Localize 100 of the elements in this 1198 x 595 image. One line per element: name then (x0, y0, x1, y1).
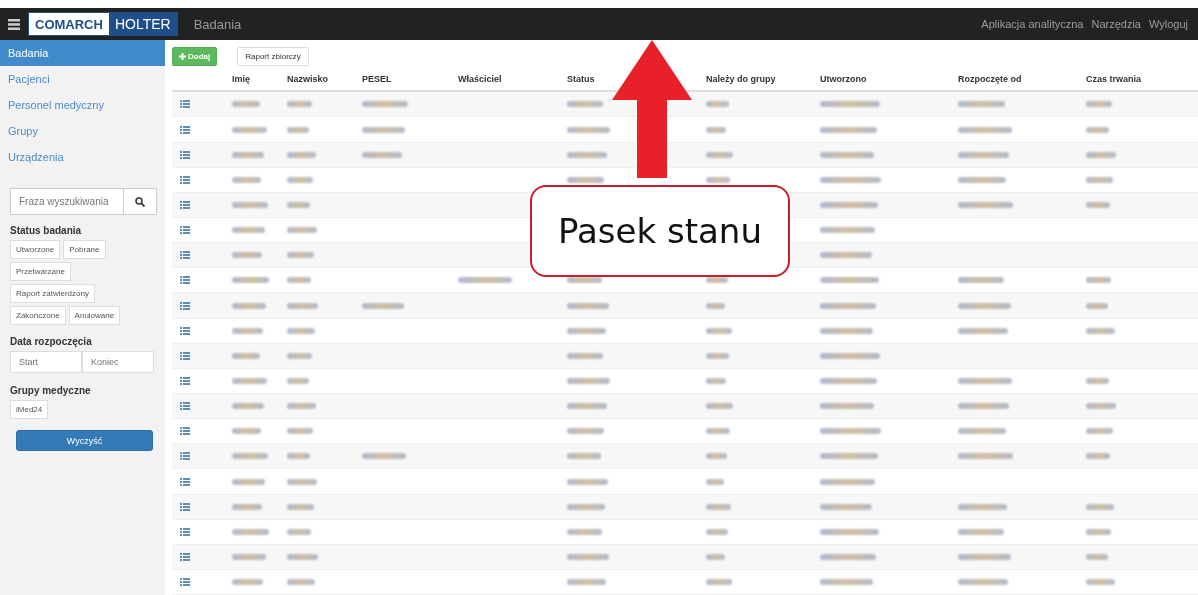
list-icon[interactable] (180, 426, 190, 437)
blurred-text (958, 553, 1011, 560)
list-icon[interactable] (180, 149, 190, 160)
status-filter-button[interactable]: Zakończone (10, 306, 66, 325)
section-title: Data rozpoczęcia (10, 336, 93, 347)
sidebar-item[interactable]: Badania (0, 40, 165, 66)
blurred-text (958, 377, 1012, 384)
blurred-text (232, 503, 262, 510)
blurred-text (1086, 101, 1112, 108)
list-icon[interactable] (180, 526, 190, 537)
list-icon[interactable] (180, 577, 190, 588)
menu-icon[interactable] (8, 18, 20, 30)
column-header[interactable]: PESEL (354, 73, 392, 84)
list-icon[interactable] (180, 501, 190, 512)
blurred-text (287, 227, 317, 234)
blurred-text (567, 553, 609, 560)
end-date-field[interactable]: Koniec (82, 351, 154, 373)
nav-link[interactable]: Narzędzia (1091, 18, 1141, 30)
blurred-text (958, 151, 1009, 158)
blurred-text (362, 453, 406, 460)
blurred-text (958, 428, 1006, 435)
list-icon[interactable] (180, 551, 190, 562)
report-button[interactable]: Raport zbiorczy (237, 46, 309, 66)
status-filter-button[interactable]: Raport zatwierdzony (10, 284, 95, 303)
blurred-text (958, 201, 1013, 208)
blurred-text (958, 126, 1012, 133)
blurred-text (820, 101, 880, 108)
list-icon[interactable] (180, 375, 190, 386)
blurred-text (820, 151, 874, 158)
blurred-text (958, 403, 1009, 410)
blurred-text (706, 428, 730, 435)
blurred-text (820, 352, 880, 359)
status-filter-button[interactable]: Anulowane (68, 306, 121, 325)
column-header[interactable]: Imię (224, 73, 250, 84)
blurred-text (232, 327, 263, 334)
status-filter-button[interactable]: Pobrane (63, 240, 106, 259)
blurred-text (232, 126, 267, 133)
column-header[interactable]: Rozpoczęte od (950, 73, 1022, 84)
blurred-text (820, 528, 879, 535)
blurred-text (232, 453, 268, 460)
search-field[interactable]: Fraza wyszukiwania (10, 188, 123, 215)
blurred-text (706, 503, 731, 510)
blurred-text (287, 528, 311, 535)
list-icon[interactable] (180, 174, 190, 185)
status-filter-button[interactable]: Utworzone (10, 240, 61, 259)
list-icon[interactable] (180, 199, 190, 210)
start-date-field[interactable]: Start (10, 351, 82, 373)
list-icon[interactable] (180, 124, 190, 135)
list-icon[interactable] (180, 451, 190, 462)
blurred-text (287, 201, 310, 208)
blurred-text (232, 151, 264, 158)
blurred-text (706, 528, 728, 535)
blurred-text (287, 151, 316, 158)
list-icon[interactable] (180, 325, 190, 336)
nav-link[interactable]: Wyloguj (1148, 18, 1188, 30)
list-icon[interactable] (180, 300, 190, 311)
blurred-text (706, 403, 733, 410)
blurred-text (1086, 528, 1111, 535)
column-header[interactable]: Właściciel (450, 73, 502, 84)
blurred-text (287, 503, 314, 510)
blurred-text (820, 302, 876, 309)
search-icon (135, 196, 145, 207)
group-filter-button[interactable]: iMed24 (10, 400, 49, 419)
blurred-text (232, 201, 268, 208)
section-title: Grupy medyczne (10, 385, 92, 396)
nav-link[interactable]: Aplikacja analityczna (981, 18, 1084, 30)
blurred-text (232, 277, 269, 284)
callout-text: Pasek stanu (558, 211, 762, 251)
column-header[interactable]: Czas trwania (1078, 73, 1142, 84)
blurred-text (958, 579, 1008, 586)
list-icon[interactable] (180, 99, 190, 110)
blurred-text (362, 101, 408, 108)
blurred-text (706, 327, 732, 334)
blurred-text (287, 327, 315, 334)
list-icon[interactable] (180, 275, 190, 286)
blurred-text (706, 176, 730, 183)
clear-button[interactable]: Wyczyść (16, 430, 153, 451)
blurred-text (232, 528, 269, 535)
blurred-text (567, 101, 603, 108)
blurred-text (458, 277, 512, 284)
search-button[interactable] (123, 188, 157, 215)
list-icon[interactable] (180, 476, 190, 487)
blurred-text (362, 302, 404, 309)
blurred-text (362, 126, 405, 133)
blurred-text (1086, 553, 1108, 560)
blurred-text (232, 478, 265, 485)
blurred-text (706, 126, 726, 133)
blurred-text (706, 453, 727, 460)
column-header[interactable]: Nazwisko (279, 73, 328, 84)
list-icon[interactable] (180, 401, 190, 412)
list-icon[interactable] (180, 350, 190, 361)
status-filter-button[interactable]: Przetwarzane (10, 262, 71, 281)
column-header[interactable]: Status (559, 73, 595, 84)
blurred-text (820, 579, 873, 586)
list-icon[interactable] (180, 250, 190, 261)
list-icon[interactable] (180, 225, 190, 236)
blurred-text (287, 478, 317, 485)
blurred-text (820, 403, 874, 410)
column-header[interactable]: Utworzono (812, 73, 867, 84)
column-header[interactable]: Należy do grupy (698, 73, 776, 84)
